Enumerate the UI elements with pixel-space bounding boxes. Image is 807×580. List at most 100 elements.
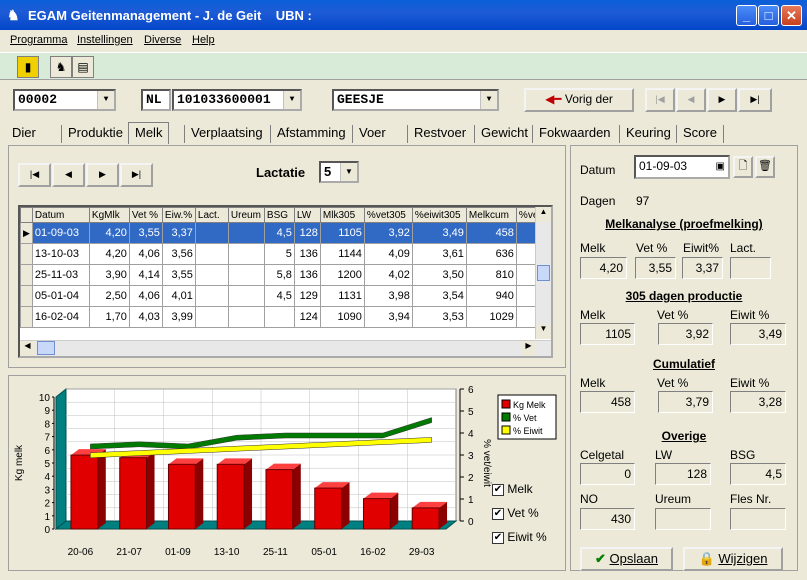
table-cell[interactable]: 3,98	[363, 285, 413, 307]
last-record-button[interactable]: ▶|	[738, 88, 772, 112]
new-record-icon[interactable]: 🗋	[733, 156, 753, 178]
menu-instellingen[interactable]: Instellingen	[77, 34, 133, 46]
grid-column-header[interactable]: %eiwit305	[411, 207, 467, 223]
life-number-select[interactable]: 101033600001 ▼	[172, 89, 302, 111]
table-cell[interactable]: 128	[293, 222, 321, 244]
tab-verplaatsing[interactable]: Verplaatsing	[184, 125, 263, 143]
milk-records-grid[interactable]: Datum KgMlk Vet % Eiw.% Lact. Ureum BSG LW Mlk30…	[18, 205, 553, 358]
tab-restvoer[interactable]: Restvoer	[407, 125, 466, 143]
close-button[interactable]: ✕	[781, 5, 802, 26]
grid-column-header[interactable]: BSG	[263, 207, 295, 223]
table-cell[interactable]: 3,49	[411, 222, 467, 244]
table-cell[interactable]: 3,55	[128, 222, 163, 244]
table-cell[interactable]	[194, 222, 229, 244]
minimize-button[interactable]: _	[736, 5, 757, 26]
lactatie-select[interactable]: 5 ▼	[319, 161, 359, 183]
table-cell[interactable]: 3,56	[161, 243, 196, 265]
table-cell[interactable]: 4,02	[363, 264, 413, 286]
grid-column-header[interactable]: LW	[293, 207, 321, 223]
table-cell[interactable]: 810	[465, 264, 517, 286]
calendar-icon[interactable]: ▣	[716, 158, 725, 176]
table-cell[interactable]: 4,5	[263, 222, 295, 244]
horizontal-scrollbar[interactable]: ◀ ▶	[20, 340, 551, 356]
table-row[interactable]: 16-02-04 1,70 4,03 3,99 124 1090 3,94 3,53 1029	[20, 306, 542, 328]
tab-fokwaarden[interactable]: Fokwaarden	[532, 125, 611, 143]
table-cell[interactable]	[227, 285, 265, 307]
table-cell[interactable]	[227, 264, 265, 286]
hscroll-thumb[interactable]	[37, 341, 55, 355]
table-cell[interactable]: 1,70	[88, 306, 130, 328]
trash-icon[interactable]: 🗑	[755, 156, 775, 178]
checkbox-icon[interactable]: ✔	[492, 483, 504, 496]
table-cell[interactable]	[227, 306, 265, 328]
grid-last-button[interactable]: ▶|	[120, 163, 153, 187]
table-cell[interactable]	[194, 285, 229, 307]
prev-record-button[interactable]: ◀	[676, 88, 706, 112]
grid-column-header[interactable]: KgMlk	[88, 207, 130, 223]
edit-button[interactable]: 🔒 Wijzigen	[683, 547, 783, 571]
menu-diverse[interactable]: Diverse	[144, 34, 181, 46]
table-cell[interactable]: 25-11-03	[31, 264, 90, 286]
table-cell[interactable]: 4,06	[128, 243, 163, 265]
table-cell[interactable]: 4,01	[161, 285, 196, 307]
tab-score[interactable]: Score	[676, 125, 724, 143]
table-row[interactable]: 13-10-03 4,20 4,06 3,56 5 136 1144 4,09 3,61 636	[20, 243, 542, 265]
tab-keuring[interactable]: Keuring	[619, 125, 671, 143]
table-row[interactable]: 25-11-03 3,90 4,14 3,55 5,8 136 1200 4,02 3,50 81…	[20, 264, 542, 286]
table-cell[interactable]	[227, 222, 265, 244]
scroll-right-icon[interactable]: ▶	[521, 341, 536, 356]
table-cell[interactable]: 3,53	[411, 306, 467, 328]
table-cell[interactable]: 2,50	[88, 285, 130, 307]
table-cell[interactable]: 3,99	[161, 306, 196, 328]
animal-name-select[interactable]: GEESJE ▼	[332, 89, 499, 111]
table-cell[interactable]: 4,20	[88, 222, 130, 244]
table-cell[interactable]	[194, 243, 229, 265]
series-checkbox[interactable]: ✔ Melk	[492, 482, 533, 496]
grid-prev-button[interactable]: ◀	[52, 163, 85, 187]
table-cell[interactable]: 3,50	[411, 264, 467, 286]
grid-column-header[interactable]: Eiw.%	[161, 207, 196, 223]
table-cell[interactable]: 13-10-03	[31, 243, 90, 265]
table-cell[interactable]: 3,92	[363, 222, 413, 244]
grid-next-button[interactable]: ▶	[86, 163, 119, 187]
series-checkbox[interactable]: ✔ Vet %	[492, 506, 539, 520]
tab-voer[interactable]: Voer	[352, 125, 386, 143]
menu-programma[interactable]: Programma	[10, 34, 67, 46]
grid-first-button[interactable]: |◀	[18, 163, 51, 187]
scroll-left-icon[interactable]: ◀	[20, 341, 35, 356]
table-cell[interactable]: 4,09	[363, 243, 413, 265]
scroll-down-icon[interactable]: ▼	[536, 324, 551, 339]
scroll-up-icon[interactable]: ▲	[536, 207, 551, 222]
tab-dier[interactable]: Dier	[6, 125, 36, 143]
table-cell[interactable]: 4,03	[128, 306, 163, 328]
grid-column-header[interactable]: Datum	[31, 207, 90, 223]
table-cell[interactable]: 3,37	[161, 222, 196, 244]
table-cell[interactable]	[194, 264, 229, 286]
table-cell[interactable]: 3,55	[161, 264, 196, 286]
table-cell[interactable]: 129	[293, 285, 321, 307]
table-cell[interactable]: 1090	[319, 306, 365, 328]
table-cell[interactable]: 124	[293, 306, 321, 328]
checkbox-icon[interactable]: ✔	[492, 507, 504, 520]
table-cell[interactable]: 458	[465, 222, 517, 244]
table-cell[interactable]: 5,8	[263, 264, 295, 286]
table-cell[interactable]: 1105	[319, 222, 365, 244]
table-cell[interactable]: 136	[293, 264, 321, 286]
grid-column-header[interactable]: Ureum	[227, 207, 265, 223]
table-cell[interactable]: 3,54	[411, 285, 467, 307]
scroll-thumb[interactable]	[537, 265, 550, 281]
table-cell[interactable]: 3,90	[88, 264, 130, 286]
first-record-button[interactable]: |◀	[645, 88, 675, 112]
report-icon[interactable]: ▤	[72, 56, 94, 78]
table-cell[interactable]: 4,14	[128, 264, 163, 286]
grid-column-header[interactable]: Lact.	[194, 207, 229, 223]
table-cell[interactable]: 16-02-04	[31, 306, 90, 328]
tab-melk[interactable]: Melk	[128, 122, 170, 144]
menu-help[interactable]: Help	[192, 34, 215, 46]
table-cell[interactable]: 1200	[319, 264, 365, 286]
table-row[interactable]: ▶ 01-09-03 4,20 3,55 3,37 4,5 128 1105 3,92 3,49 4…	[20, 222, 542, 244]
grid-column-header[interactable]: Melkcum	[465, 207, 517, 223]
table-cell[interactable]: 4,20	[88, 243, 130, 265]
table-cell[interactable]	[227, 243, 265, 265]
table-cell[interactable]: 01-09-03	[31, 222, 90, 244]
